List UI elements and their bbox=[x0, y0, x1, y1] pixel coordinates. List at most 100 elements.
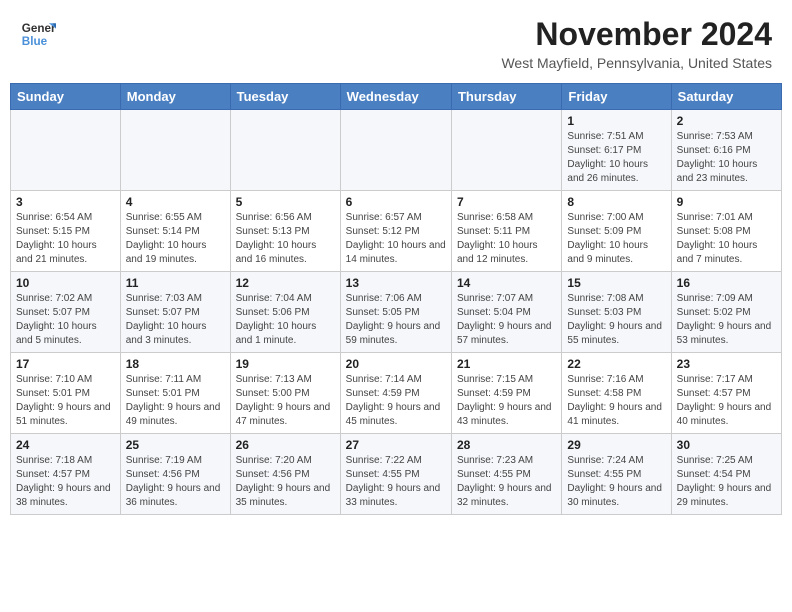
day-info: Sunrise: 7:14 AM Sunset: 4:59 PM Dayligh… bbox=[346, 373, 446, 429]
calendar-week-row: 24Sunrise: 7:18 AM Sunset: 4:57 PM Dayli… bbox=[11, 434, 782, 515]
calendar-cell: 29 Sunrise: 7:24 AM Sunset: 4:55 PM Dayli… bbox=[562, 434, 671, 515]
calendar-cell: 16Sunrise: 7:09 AM Sunset: 5:02 PM Dayli… bbox=[671, 272, 781, 353]
calendar-cell bbox=[11, 110, 121, 191]
calendar-cell: 26 Sunrise: 7:20 AM Sunset: 4:56 PM Dayli… bbox=[230, 434, 340, 515]
day-info: Sunrise: 6:54 AM Sunset: 5:15 PM Dayligh… bbox=[16, 211, 115, 267]
day-info: Sunrise: 7:01 AM Sunset: 5:08 PM Dayligh… bbox=[677, 211, 776, 267]
day-number: 2 bbox=[677, 114, 776, 128]
day-info: Sunrise: 7:24 AM Sunset: 4:55 PM Dayligh… bbox=[567, 454, 665, 510]
calendar-cell: 9 Sunrise: 7:01 AM Sunset: 5:08 PM Daylig… bbox=[671, 191, 781, 272]
day-number: 9 bbox=[677, 195, 776, 209]
calendar-week-row: 17 Sunrise: 7:10 AM Sunset: 5:01 PM Dayli… bbox=[11, 353, 782, 434]
day-number: 26 bbox=[236, 438, 335, 452]
day-info: Sunrise: 7:25 AM Sunset: 4:54 PM Dayligh… bbox=[677, 454, 776, 510]
day-number: 10 bbox=[16, 276, 115, 290]
day-number: 11 bbox=[126, 276, 225, 290]
weekday-header: Tuesday bbox=[230, 84, 340, 110]
calendar-cell: 4 Sunrise: 6:55 AM Sunset: 5:14 PM Daylig… bbox=[120, 191, 230, 272]
calendar-cell: 17 Sunrise: 7:10 AM Sunset: 5:01 PM Dayli… bbox=[11, 353, 121, 434]
svg-text:Blue: Blue bbox=[22, 35, 48, 48]
day-number: 8 bbox=[567, 195, 665, 209]
calendar-cell: 7 Sunrise: 6:58 AM Sunset: 5:11 PM Daylig… bbox=[451, 191, 561, 272]
day-info: Sunrise: 6:57 AM Sunset: 5:12 PM Dayligh… bbox=[346, 211, 446, 267]
calendar-cell bbox=[230, 110, 340, 191]
day-number: 18 bbox=[126, 357, 225, 371]
calendar-cell: 1 Sunrise: 7:51 AM Sunset: 6:17 PM Daylig… bbox=[562, 110, 671, 191]
day-number: 29 bbox=[567, 438, 665, 452]
calendar-cell: 10 Sunrise: 7:02 AM Sunset: 5:07 PM Dayli… bbox=[11, 272, 121, 353]
day-number: 6 bbox=[346, 195, 446, 209]
day-number: 17 bbox=[16, 357, 115, 371]
day-info: Sunrise: 7:22 AM Sunset: 4:55 PM Dayligh… bbox=[346, 454, 446, 510]
calendar-cell: 24Sunrise: 7:18 AM Sunset: 4:57 PM Dayli… bbox=[11, 434, 121, 515]
day-number: 28 bbox=[457, 438, 556, 452]
day-number: 7 bbox=[457, 195, 556, 209]
day-number: 27 bbox=[346, 438, 446, 452]
day-number: 15 bbox=[567, 276, 665, 290]
day-number: 16 bbox=[677, 276, 776, 290]
day-info: Sunrise: 7:17 AM Sunset: 4:57 PM Dayligh… bbox=[677, 373, 776, 429]
page-header: General Blue November 2024 West Mayfield… bbox=[0, 0, 792, 75]
weekday-header: Wednesday bbox=[340, 84, 451, 110]
day-number: 21 bbox=[457, 357, 556, 371]
calendar-cell bbox=[340, 110, 451, 191]
day-number: 3 bbox=[16, 195, 115, 209]
day-number: 20 bbox=[346, 357, 446, 371]
weekday-header: Monday bbox=[120, 84, 230, 110]
day-info: Sunrise: 7:11 AM Sunset: 5:01 PM Dayligh… bbox=[126, 373, 225, 429]
day-info: Sunrise: 7:51 AM Sunset: 6:17 PM Dayligh… bbox=[567, 130, 665, 186]
day-number: 19 bbox=[236, 357, 335, 371]
day-number: 12 bbox=[236, 276, 335, 290]
calendar-cell: 23 Sunrise: 7:17 AM Sunset: 4:57 PM Dayli… bbox=[671, 353, 781, 434]
day-info: Sunrise: 7:08 AM Sunset: 5:03 PM Dayligh… bbox=[567, 292, 665, 348]
day-info: Sunrise: 6:56 AM Sunset: 5:13 PM Dayligh… bbox=[236, 211, 335, 267]
day-number: 5 bbox=[236, 195, 335, 209]
day-number: 14 bbox=[457, 276, 556, 290]
calendar-cell: 28 Sunrise: 7:23 AM Sunset: 4:55 PM Dayli… bbox=[451, 434, 561, 515]
day-info: Sunrise: 7:10 AM Sunset: 5:01 PM Dayligh… bbox=[16, 373, 115, 429]
day-info: Sunrise: 7:23 AM Sunset: 4:55 PM Dayligh… bbox=[457, 454, 556, 510]
weekday-header: Friday bbox=[562, 84, 671, 110]
day-number: 30 bbox=[677, 438, 776, 452]
day-info: Sunrise: 7:13 AM Sunset: 5:00 PM Dayligh… bbox=[236, 373, 335, 429]
day-info: Sunrise: 7:00 AM Sunset: 5:09 PM Dayligh… bbox=[567, 211, 665, 267]
calendar-cell: 11 Sunrise: 7:03 AM Sunset: 5:07 PM Dayli… bbox=[120, 272, 230, 353]
calendar-week-row: 3 Sunrise: 6:54 AM Sunset: 5:15 PM Daylig… bbox=[11, 191, 782, 272]
day-number: 25 bbox=[126, 438, 225, 452]
calendar-cell: 19 Sunrise: 7:13 AM Sunset: 5:00 PM Dayli… bbox=[230, 353, 340, 434]
location: West Mayfield, Pennsylvania, United Stat… bbox=[501, 55, 772, 71]
calendar-cell: 15 Sunrise: 7:08 AM Sunset: 5:03 PM Dayli… bbox=[562, 272, 671, 353]
day-info: Sunrise: 7:16 AM Sunset: 4:58 PM Dayligh… bbox=[567, 373, 665, 429]
day-info: Sunrise: 7:02 AM Sunset: 5:07 PM Dayligh… bbox=[16, 292, 115, 348]
calendar-cell: 25Sunrise: 7:19 AM Sunset: 4:56 PM Dayli… bbox=[120, 434, 230, 515]
weekday-header: Thursday bbox=[451, 84, 561, 110]
calendar-cell: 3 Sunrise: 6:54 AM Sunset: 5:15 PM Daylig… bbox=[11, 191, 121, 272]
day-info: Sunrise: 6:55 AM Sunset: 5:14 PM Dayligh… bbox=[126, 211, 225, 267]
calendar-cell: 13 Sunrise: 7:06 AM Sunset: 5:05 PM Dayli… bbox=[340, 272, 451, 353]
calendar-cell: 14Sunrise: 7:07 AM Sunset: 5:04 PM Dayli… bbox=[451, 272, 561, 353]
day-info: Sunrise: 6:58 AM Sunset: 5:11 PM Dayligh… bbox=[457, 211, 556, 267]
day-number: 23 bbox=[677, 357, 776, 371]
logo: General Blue bbox=[20, 16, 56, 52]
calendar-cell: 8 Sunrise: 7:00 AM Sunset: 5:09 PM Daylig… bbox=[562, 191, 671, 272]
calendar-cell bbox=[451, 110, 561, 191]
title-block: November 2024 West Mayfield, Pennsylvani… bbox=[501, 16, 772, 71]
day-info: Sunrise: 7:20 AM Sunset: 4:56 PM Dayligh… bbox=[236, 454, 335, 510]
day-number: 1 bbox=[567, 114, 665, 128]
day-info: Sunrise: 7:15 AM Sunset: 4:59 PM Dayligh… bbox=[457, 373, 556, 429]
calendar-cell bbox=[120, 110, 230, 191]
calendar-cell: 12 Sunrise: 7:04 AM Sunset: 5:06 PM Dayli… bbox=[230, 272, 340, 353]
day-info: Sunrise: 7:04 AM Sunset: 5:06 PM Dayligh… bbox=[236, 292, 335, 348]
calendar-cell: 20 Sunrise: 7:14 AM Sunset: 4:59 PM Dayli… bbox=[340, 353, 451, 434]
day-number: 13 bbox=[346, 276, 446, 290]
day-info: Sunrise: 7:06 AM Sunset: 5:05 PM Dayligh… bbox=[346, 292, 446, 348]
day-number: 4 bbox=[126, 195, 225, 209]
weekday-header: Sunday bbox=[11, 84, 121, 110]
month-title: November 2024 bbox=[501, 16, 772, 53]
logo-icon: General Blue bbox=[20, 16, 56, 52]
calendar-week-row: 1 Sunrise: 7:51 AM Sunset: 6:17 PM Daylig… bbox=[11, 110, 782, 191]
calendar-cell: 5 Sunrise: 6:56 AM Sunset: 5:13 PM Daylig… bbox=[230, 191, 340, 272]
weekday-header: Saturday bbox=[671, 84, 781, 110]
day-info: Sunrise: 7:03 AM Sunset: 5:07 PM Dayligh… bbox=[126, 292, 225, 348]
calendar-week-row: 10 Sunrise: 7:02 AM Sunset: 5:07 PM Dayli… bbox=[11, 272, 782, 353]
